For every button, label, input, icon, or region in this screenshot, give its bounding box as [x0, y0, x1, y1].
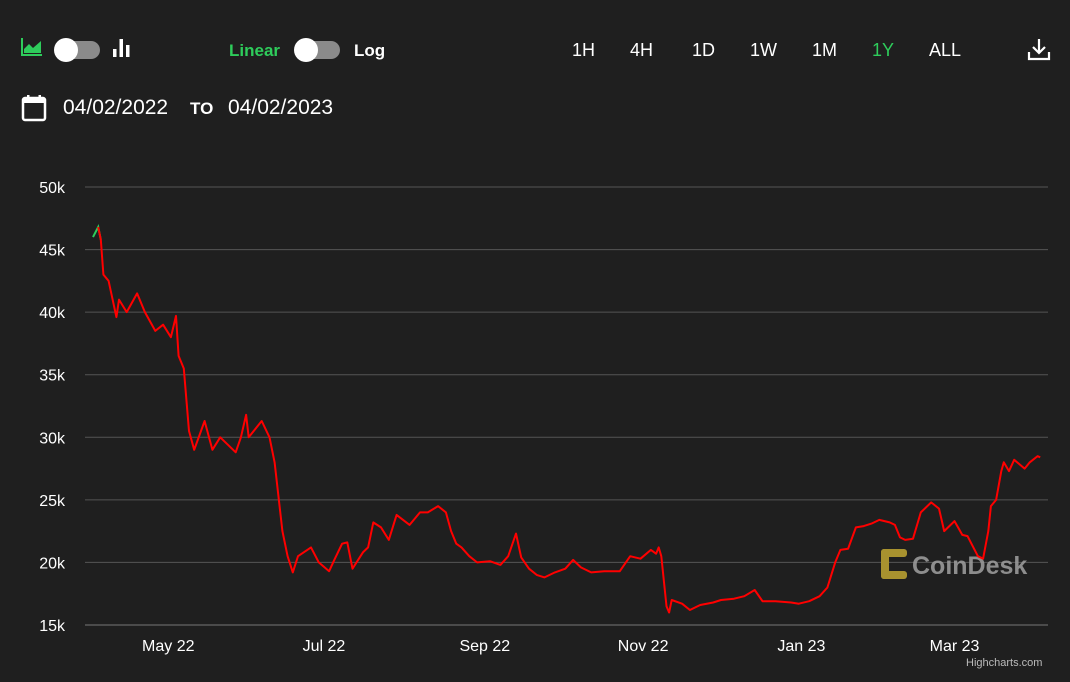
y-tick-label: 15k [39, 618, 66, 635]
x-tick-label: May 22 [142, 638, 195, 655]
x-tick-label: Jul 22 [303, 638, 346, 655]
x-tick-label: Nov 22 [618, 638, 669, 655]
y-tick-label: 40k [39, 305, 66, 322]
y-tick-label: 35k [39, 368, 66, 385]
svg-text:CoinDesk: CoinDesk [912, 552, 1027, 580]
y-tick-label: 30k [39, 430, 66, 447]
highcharts-credits[interactable]: Highcharts.com [966, 657, 1042, 669]
x-tick-label: Jan 23 [777, 638, 825, 655]
y-tick-label: 20k [39, 555, 66, 572]
coindesk-watermark: CoinDesk [881, 549, 1027, 580]
y-tick-label: 25k [39, 493, 66, 510]
grid-lines [85, 186, 1048, 626]
y-axis-labels: 15k 20k 25k 30k 35k 40k 45k 50k [39, 180, 66, 635]
x-tick-label: Mar 23 [930, 638, 980, 655]
price-chart[interactable]: 15k 20k 25k 30k 35k 40k 45k 50k May 22 Jul 22 Sep… [0, 0, 1070, 682]
y-tick-label: 50k [39, 180, 66, 197]
x-tick-label: Sep 22 [459, 638, 510, 655]
y-tick-label: 45k [39, 243, 66, 260]
x-axis-labels: May 22 Jul 22 Sep 22 Nov 22 Jan 23 Mar 23 [142, 638, 980, 655]
